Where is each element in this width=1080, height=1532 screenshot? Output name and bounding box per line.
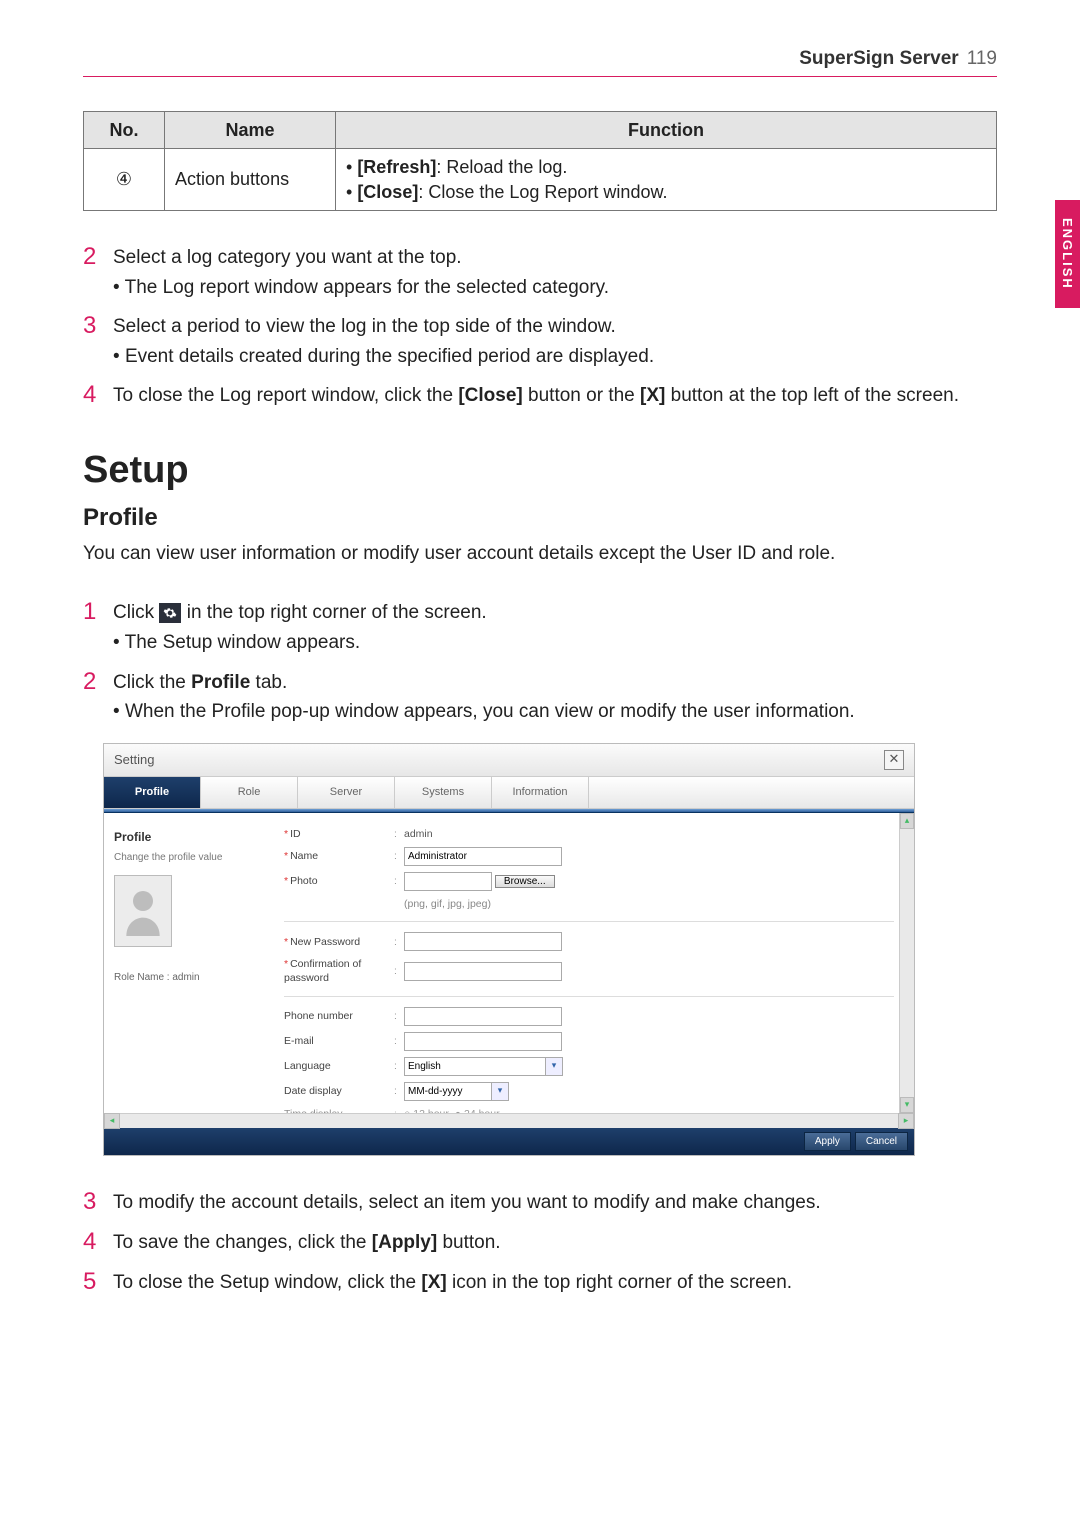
vertical-scrollbar[interactable]: ▴ ▾ — [899, 813, 914, 1113]
gear-icon — [159, 603, 181, 623]
step-text: To close the Log report window, click th… — [113, 383, 997, 409]
close-icon[interactable]: ✕ — [884, 750, 904, 770]
setting-window: Setting ✕ Profile Role Server Systems In… — [103, 743, 915, 1156]
cell-name: Action buttons — [165, 149, 336, 211]
instruction-list-bottom: 3 To modify the account details, select … — [83, 1190, 997, 1295]
header-page-number: 119 — [967, 48, 997, 70]
left-sub: Change the profile value — [114, 851, 274, 865]
phone-input[interactable] — [404, 1007, 562, 1026]
newpw-label: New Password — [290, 936, 360, 948]
instruction-list-mid: 1 Click in the top right corner of the s… — [83, 600, 997, 725]
date-label: Date display — [284, 1084, 394, 1098]
name-label: Name — [290, 850, 318, 862]
step-number: 1 — [83, 600, 101, 655]
form-panel: *ID : admin *Name : *Photo : Browse... (… — [284, 813, 914, 1113]
tab-profile[interactable]: Profile — [104, 777, 201, 809]
window-title: Setting — [114, 751, 154, 769]
photo-input[interactable] — [404, 872, 492, 891]
time-options[interactable]: ○ 12 hour ● 24 hour — [404, 1107, 500, 1113]
id-value: admin — [404, 827, 433, 841]
language-tab: ENGLISH — [1055, 200, 1080, 308]
language-label: Language — [284, 1059, 394, 1073]
step-sub: Event details created during the specifi… — [125, 346, 654, 367]
tab-systems[interactable]: Systems — [395, 777, 492, 809]
left-panel: Profile Change the profile value Role Na… — [104, 813, 284, 1113]
step-text: Select a period to view the log in the t… — [113, 316, 616, 337]
scroll-down-icon[interactable]: ▾ — [900, 1097, 914, 1113]
browse-button[interactable]: Browse... — [495, 875, 555, 888]
setup-heading: Setup — [83, 445, 997, 496]
profile-intro: You can view user information or modify … — [83, 541, 997, 567]
step-text: To save the changes, click the [Apply] b… — [113, 1230, 997, 1256]
step-sub: When the Profile pop-up window appears, … — [125, 701, 855, 722]
name-input[interactable] — [404, 847, 562, 866]
profile-heading: Profile — [83, 502, 997, 534]
th-name: Name — [165, 112, 336, 149]
time-label: Time display — [284, 1107, 394, 1113]
step-number: 2 — [83, 245, 101, 300]
page-header: SuperSign Server 119 — [0, 0, 1080, 74]
chevron-down-icon[interactable]: ▾ — [546, 1057, 563, 1076]
confpw-label: Confirmation of password — [284, 958, 361, 984]
step-text: To close the Setup window, click the [X]… — [113, 1270, 997, 1296]
avatar — [114, 875, 172, 947]
chevron-down-icon[interactable]: ▾ — [492, 1082, 509, 1101]
step-number: 3 — [83, 314, 101, 369]
tab-server[interactable]: Server — [298, 777, 395, 809]
date-select[interactable] — [404, 1082, 492, 1101]
cell-no: ④ — [84, 149, 165, 211]
id-label: ID — [290, 828, 301, 840]
action-buttons-table: No. Name Function ④ Action buttons • [Re… — [83, 111, 997, 211]
apply-button[interactable]: Apply — [804, 1132, 851, 1152]
step-text: To modify the account details, select an… — [113, 1190, 997, 1216]
email-input[interactable] — [404, 1032, 562, 1051]
cancel-button[interactable]: Cancel — [855, 1132, 908, 1152]
instruction-list-top: 2 Select a log category you want at the … — [83, 245, 997, 409]
tab-role[interactable]: Role — [201, 777, 298, 809]
scroll-left-icon[interactable]: ◂ — [104, 1113, 120, 1129]
photo-hint: (png, gif, jpg, jpeg) — [404, 897, 491, 911]
email-label: E-mail — [284, 1034, 394, 1048]
step-number: 2 — [83, 670, 101, 725]
step-sub: The Setup window appears. — [125, 632, 361, 653]
confpw-input[interactable] — [404, 962, 562, 981]
header-section: SuperSign Server — [799, 48, 958, 70]
table-row: ④ Action buttons • [Refresh]: Reload the… — [84, 149, 997, 211]
th-no: No. — [84, 112, 165, 149]
phone-label: Phone number — [284, 1009, 394, 1023]
photo-label: Photo — [290, 875, 317, 887]
scroll-up-icon[interactable]: ▴ — [900, 813, 914, 829]
step-sub: The Log report window appears for the se… — [125, 277, 609, 298]
step-number: 5 — [83, 1270, 101, 1296]
step-number: 4 — [83, 1230, 101, 1256]
th-function: Function — [336, 112, 997, 149]
cell-function: • [Refresh]: Reload the log. • [Close]: … — [336, 149, 997, 211]
newpw-input[interactable] — [404, 932, 562, 951]
role-name-label: Role Name : admin — [114, 971, 274, 985]
tab-bar: Profile Role Server Systems Information — [104, 777, 914, 809]
left-heading: Profile — [114, 829, 274, 845]
tab-information[interactable]: Information — [492, 777, 589, 809]
language-select[interactable] — [404, 1057, 546, 1076]
step-text: Select a log category you want at the to… — [113, 247, 462, 268]
step-number: 3 — [83, 1190, 101, 1216]
scroll-right-icon[interactable]: ▸ — [898, 1113, 914, 1129]
horizontal-scrollbar[interactable]: ◂ ▸ — [104, 1113, 914, 1128]
step-number: 4 — [83, 383, 101, 409]
